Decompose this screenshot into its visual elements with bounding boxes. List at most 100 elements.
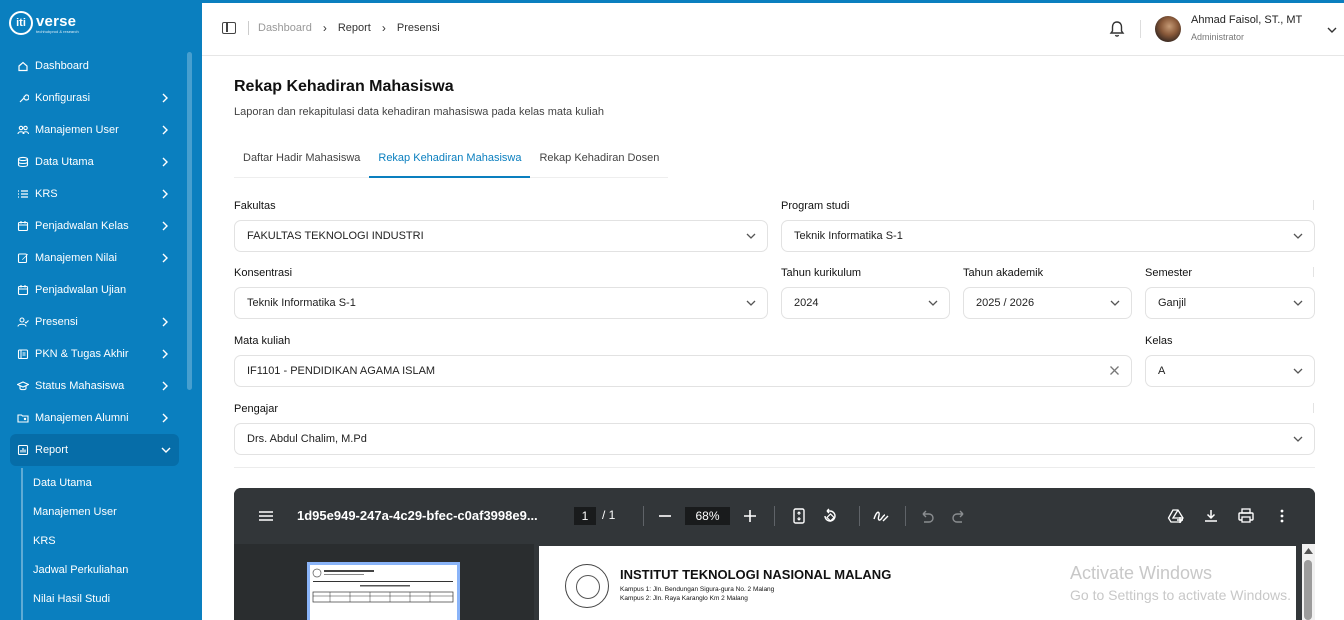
sidebar-item-label: PKN & Tugas Akhir [35, 348, 129, 360]
zoom-level-input[interactable]: 68% [685, 507, 730, 525]
document-campus-2: Kampus 2: Jln. Raya Karanglo Km 2 Malang [620, 595, 748, 602]
avatar[interactable] [1155, 16, 1181, 42]
breadcrumb-chevron-icon: › [322, 21, 327, 35]
fakultas-value: FAKULTAS TEKNOLOGI INDUSTRI [247, 230, 424, 242]
annotate-icon[interactable] [872, 507, 890, 525]
watermark-line-1: Activate Windows [1070, 563, 1213, 583]
breadcrumb-report[interactable]: Report [338, 22, 371, 34]
chevron-right-icon [162, 349, 168, 359]
tahun-kurikulum-select[interactable]: 2024 [781, 287, 950, 319]
sidebar-item-krs[interactable]: KRS [0, 178, 190, 210]
zoom-out-icon[interactable] [656, 507, 674, 525]
header-divider [1140, 20, 1141, 38]
print-icon[interactable] [1237, 507, 1255, 525]
sidebar-item-konfigurasi[interactable]: Konfigurasi [0, 82, 190, 114]
submenu-item-data-utama[interactable]: Data Utama [0, 468, 190, 497]
toolbar-divider [774, 506, 775, 526]
tab-rekap-kehadiran-mahasiswa[interactable]: Rekap Kehadiran Mahasiswa [369, 141, 531, 178]
redo-icon[interactable] [950, 507, 968, 525]
sidebar-item-status-mahasiswa[interactable]: Status Mahasiswa [0, 370, 190, 402]
sidebar-item-pkn-tugas-akhir[interactable]: PKN & Tugas Akhir [0, 338, 190, 370]
sidebar-item-presensi[interactable]: Presensi [0, 306, 190, 338]
chevron-down-icon [1293, 233, 1303, 239]
sidebar-toggle-icon[interactable] [222, 22, 236, 34]
sidebar-item-penjadwalan-kelas[interactable]: Penjadwalan Kelas [0, 210, 190, 242]
document-campus-1: Kampus 1: Jln. Bendungan Sigura-gura No.… [620, 586, 775, 593]
kelas-label: Kelas [1145, 335, 1173, 347]
chevron-right-icon [162, 221, 168, 231]
app-logo[interactable]: iti verse techhubprod & research [9, 10, 79, 36]
kelas-value: A [1158, 365, 1166, 377]
tahun-akademik-value: 2025 / 2026 [976, 297, 1035, 309]
scroll-up-arrow-icon[interactable] [1304, 548, 1313, 554]
undo-icon[interactable] [918, 507, 936, 525]
chevron-right-icon [162, 413, 168, 423]
konsentrasi-select[interactable]: Teknik Informatika S-1 [234, 287, 768, 319]
user-check-icon [17, 316, 29, 328]
page-thumbnail[interactable] [307, 562, 460, 620]
institution-seal-icon [565, 564, 609, 608]
breadcrumb: Dashboard › Report › Presensi [222, 21, 440, 35]
fakultas-select[interactable]: FAKULTAS TEKNOLOGI INDUSTRI [234, 220, 768, 252]
submenu-item-krs[interactable]: KRS [0, 526, 190, 555]
sidebar-item-label: Penjadwalan Kelas [35, 220, 129, 232]
sidebar-item-manajemen-alumni[interactable]: Manajemen Alumni [0, 402, 190, 434]
chevron-down-icon [1293, 368, 1303, 374]
pdf-scrollbar-thumb[interactable] [1304, 560, 1312, 620]
toolbar-divider [859, 506, 860, 526]
sidebar-item-data-utama[interactable]: Data Utama [0, 146, 190, 178]
zoom-in-icon[interactable] [741, 507, 759, 525]
menu-icon[interactable] [257, 507, 275, 525]
graduation-cap-icon [17, 380, 29, 392]
document-institution-name: INSTITUT TEKNOLOGI NASIONAL MALANG [620, 567, 892, 582]
sidebar-item-dashboard[interactable]: Dashboard [0, 50, 190, 82]
submenu-item-jadwal-perkuliahan[interactable]: Jadwal Perkuliahan [0, 555, 190, 584]
chevron-right-icon [162, 253, 168, 263]
tahun-akademik-select[interactable]: 2025 / 2026 [963, 287, 1132, 319]
program-studi-select[interactable]: Teknik Informatika S-1 [781, 220, 1315, 252]
pengajar-select[interactable]: Drs. Abdul Chalim, M.Pd [234, 423, 1315, 455]
sidebar-item-label: Penjadwalan Ujian [35, 284, 127, 296]
page-description: Laporan dan rekapitulasi data kehadiran … [234, 106, 604, 118]
chevron-right-icon [162, 125, 168, 135]
submenu-item-manajemen-user[interactable]: Manajemen User [0, 497, 190, 526]
mata-kuliah-value: IF1101 - PENDIDIKAN AGAMA ISLAM [247, 365, 436, 377]
breadcrumb-chevron-icon: › [381, 21, 386, 35]
thumbnail-panel [234, 544, 534, 620]
toolbar-divider [643, 506, 644, 526]
sidebar-item-report[interactable]: Report [10, 434, 179, 466]
page-number-input[interactable]: 1 [574, 507, 596, 525]
page-total: / 1 [602, 508, 616, 522]
more-options-icon[interactable] [1273, 507, 1291, 525]
rotate-icon[interactable] [821, 507, 839, 525]
sidebar-item-penjadwalan-ujian[interactable]: Penjadwalan Ujian [0, 274, 190, 306]
sidebar-item-manajemen-nilai[interactable]: Manajemen Nilai [0, 242, 190, 274]
breadcrumb-dashboard[interactable]: Dashboard [258, 22, 312, 34]
add-to-drive-icon[interactable] [1167, 507, 1185, 525]
sidebar: iti verse techhubprod & research Dashboa… [0, 0, 202, 620]
logo-mark: iti [9, 11, 33, 35]
chevron-right-icon [162, 93, 168, 103]
report-icon [17, 444, 29, 456]
kelas-select[interactable]: A [1145, 355, 1315, 387]
sidebar-item-manajemen-user[interactable]: Manajemen User [0, 114, 190, 146]
sidebar-item-label: Status Mahasiswa [35, 380, 125, 392]
chevron-down-icon [161, 447, 171, 453]
sidebar-item-label: Konfigurasi [35, 92, 91, 104]
semester-select[interactable]: Ganjil [1145, 287, 1315, 319]
fit-page-icon[interactable] [790, 507, 808, 525]
chevron-down-icon [1293, 300, 1303, 306]
download-icon[interactable] [1202, 507, 1220, 525]
tab-rekap-kehadiran-dosen[interactable]: Rekap Kehadiran Dosen [530, 141, 668, 178]
bell-icon[interactable] [1109, 20, 1125, 38]
program-studi-value: Teknik Informatika S-1 [794, 230, 903, 242]
mata-kuliah-select[interactable]: IF1101 - PENDIDIKAN AGAMA ISLAM [234, 355, 1132, 387]
chevron-down-icon [928, 300, 938, 306]
clear-icon[interactable] [1108, 364, 1121, 377]
chevron-down-icon [1293, 436, 1303, 442]
book-icon [17, 348, 29, 360]
submenu-item-nilai-hasil-studi[interactable]: Nilai Hasil Studi [0, 584, 190, 613]
chevron-down-icon[interactable] [1326, 24, 1338, 36]
user-name[interactable]: Ahmad Faisol, ST., MT [1191, 14, 1302, 26]
tab-daftar-hadir-mahasiswa[interactable]: Daftar Hadir Mahasiswa [234, 141, 369, 178]
